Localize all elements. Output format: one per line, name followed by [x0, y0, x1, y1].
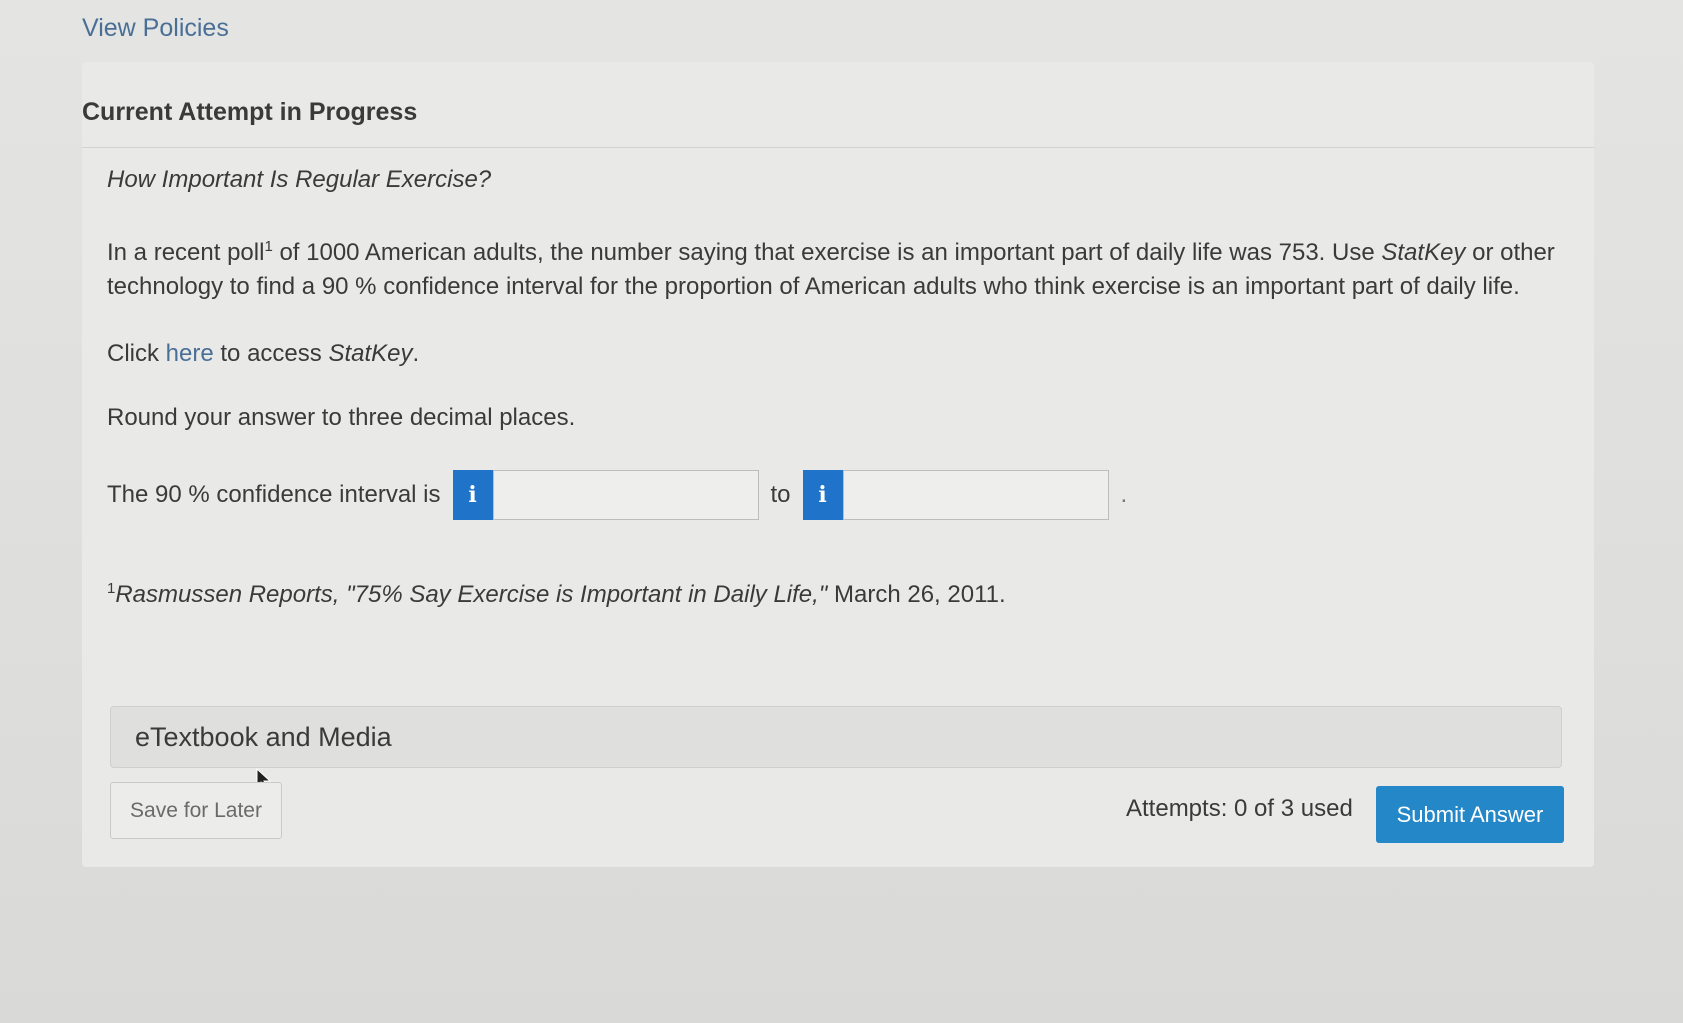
- round-instruction: Round your answer to three decimal place…: [107, 404, 576, 431]
- divider: [82, 147, 1594, 148]
- view-policies-link[interactable]: View Policies: [82, 14, 229, 43]
- question-body: In a recent poll1 of 1000 American adult…: [107, 230, 1577, 304]
- statkey-here-link[interactable]: here: [166, 340, 214, 367]
- upper-info-icon[interactable]: i: [802, 470, 843, 520]
- footnote-source: Rasmussen Reports, "75% Say Exercise is …: [115, 581, 828, 608]
- statkey-prefix: Click: [107, 340, 166, 367]
- etextbook-label: eTextbook and Media: [135, 721, 392, 752]
- statkey-mid: to access: [213, 340, 329, 367]
- submit-answer-button[interactable]: Submit Answer: [1376, 786, 1564, 843]
- statkey-line: Click here to access StatKey.: [107, 340, 1577, 368]
- question-panel: Current Attempt in Progress How Importan…: [82, 62, 1594, 867]
- attempts-counter: Attempts: 0 of 3 used: [1126, 795, 1353, 822]
- question-body-part2: of 1000 American adults, the number sayi…: [272, 239, 1382, 266]
- lower-bound-input[interactable]: [492, 470, 759, 520]
- etextbook-media-toggle[interactable]: eTextbook and Media: [110, 706, 1562, 768]
- period: .: [1120, 481, 1128, 508]
- interval-answer-row: The 90 % confidence interval is i to i .: [107, 468, 1577, 522]
- statkey-term: StatKey: [1381, 239, 1466, 266]
- question-content: How Important Is Regular Exercise? In a …: [107, 166, 1577, 633]
- lower-info-icon[interactable]: i: [452, 470, 493, 520]
- interval-label: The 90 % confidence interval is: [107, 481, 441, 508]
- attempt-title: Current Attempt in Progress: [82, 98, 418, 126]
- footnote-date: March 26, 2011.: [827, 581, 1006, 608]
- to-label: to: [770, 481, 791, 508]
- save-for-later-button[interactable]: Save for Later: [110, 782, 282, 839]
- page: View Policies Current Attempt in Progres…: [0, 0, 1683, 1023]
- question-body-part1: In a recent poll: [107, 239, 265, 266]
- upper-bound-input[interactable]: [842, 470, 1109, 520]
- statkey-name: StatKey: [328, 340, 413, 367]
- statkey-suffix: .: [412, 340, 420, 367]
- footnote: 1Rasmussen Reports, "75% Say Exercise is…: [107, 580, 1577, 609]
- footnote-ref: 1: [264, 238, 273, 255]
- question-title: How Important Is Regular Exercise?: [107, 166, 492, 193]
